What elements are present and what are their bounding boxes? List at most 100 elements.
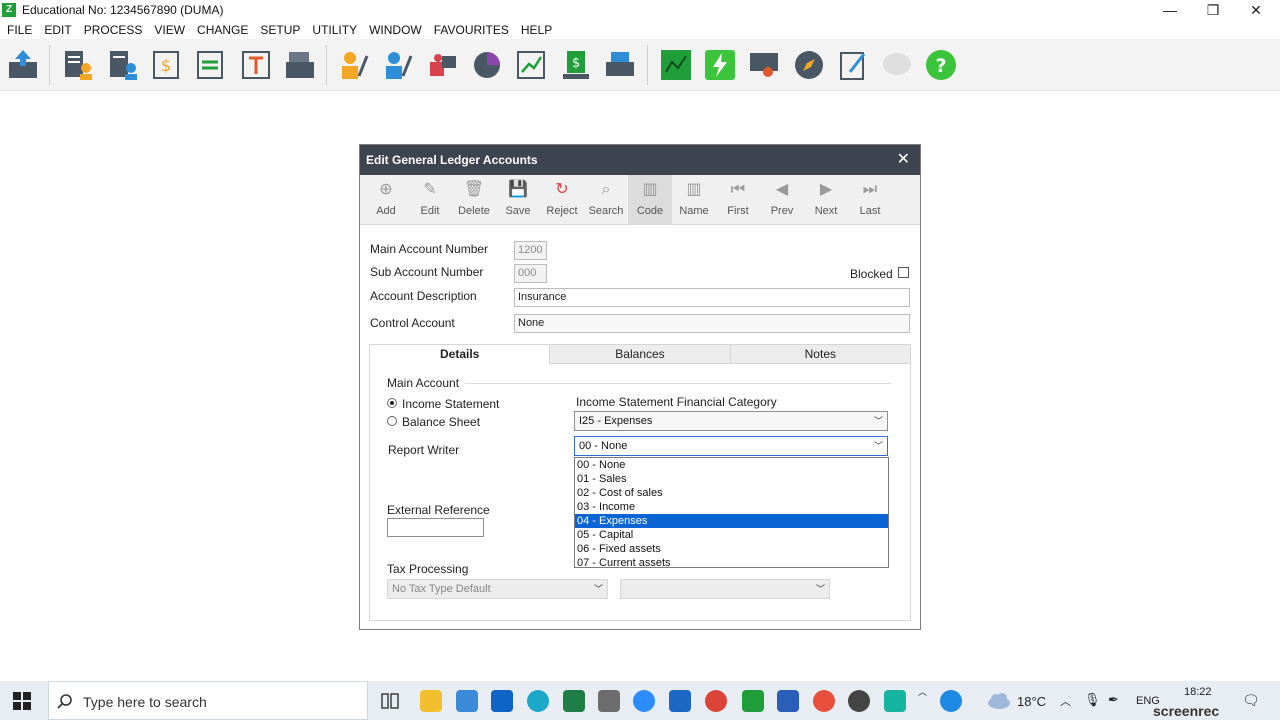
zoom-icon[interactable] (633, 690, 655, 712)
taskbar-search-box[interactable]: Type here to search (48, 681, 368, 720)
video-call-icon[interactable] (669, 690, 691, 712)
name-sort-button[interactable]: ▥ Name (672, 175, 716, 225)
toolbar-separator (326, 45, 327, 85)
search-button[interactable]: ⌕ Search (584, 175, 628, 225)
supplier-icon[interactable] (106, 48, 140, 82)
option-04-expenses[interactable]: 04 - Expenses (575, 514, 888, 528)
report-icon[interactable] (659, 48, 693, 82)
balance-sheet-radio[interactable] (387, 416, 397, 426)
blocked-label: Blocked (850, 267, 893, 281)
restore-button[interactable]: ❐ (1191, 0, 1235, 21)
file-explorer-icon[interactable] (420, 690, 442, 712)
edit-user-icon[interactable] (381, 48, 415, 82)
reject-button[interactable]: ↻ Reject (540, 175, 584, 225)
notifications-icon[interactable]: 🗨 (1242, 692, 1260, 709)
chevron-up-icon[interactable]: ︿ (918, 685, 927, 698)
menu-change[interactable]: CHANGE (191, 21, 254, 39)
option-00-none[interactable]: 00 - None (575, 458, 888, 472)
financial-category-select[interactable]: I25 - Expenses ﹀ (574, 411, 888, 431)
store-icon[interactable] (598, 690, 620, 712)
tab-details[interactable]: Details (370, 345, 550, 364)
blocked-checkbox[interactable] (898, 267, 909, 278)
help-icon[interactable]: ? (924, 48, 958, 82)
screenrec-icon[interactable] (884, 690, 906, 712)
option-06-fixed-assets[interactable]: 06 - Fixed assets (575, 542, 888, 556)
tab-balances[interactable]: Balances (549, 345, 730, 364)
accounting-app-icon[interactable] (742, 690, 764, 712)
chrome-icon[interactable] (705, 690, 727, 712)
money-icon[interactable]: $ (559, 48, 593, 82)
option-07-current-assets[interactable]: 07 - Current assets (575, 556, 888, 570)
customer-icon[interactable] (61, 48, 95, 82)
option-01-sales[interactable]: 01 - Sales (575, 472, 888, 486)
graph-icon[interactable] (514, 48, 548, 82)
menu-help[interactable]: HELP (515, 21, 558, 39)
income-statement-radio[interactable] (387, 398, 397, 408)
pie-chart-icon[interactable] (470, 48, 504, 82)
dialog-title-bar: Edit General Ledger Accounts ✕ (360, 145, 920, 175)
control-account-input[interactable]: None (514, 314, 910, 333)
tax-type-select[interactable]: No Tax Type Default ﹀ (387, 579, 608, 599)
windows-start-icon[interactable] (13, 692, 31, 710)
menu-setup[interactable]: SETUP (254, 21, 306, 39)
first-button[interactable]: ⏮ First (716, 175, 760, 225)
microphone-icon[interactable]: 🎙 (1084, 692, 1101, 708)
report-writer-select[interactable]: 00 - None ﹀ (574, 436, 888, 456)
description-input[interactable]: Insurance (514, 288, 910, 307)
pen-icon[interactable]: ✒ (1108, 692, 1119, 708)
delete-button[interactable]: 🗑 Delete (452, 175, 496, 225)
add-button[interactable]: ⊕ Add (364, 175, 408, 225)
minimize-button[interactable]: — (1148, 0, 1192, 21)
tab-notes[interactable]: Notes (729, 345, 910, 364)
help-tray-icon[interactable] (940, 690, 962, 712)
user-icon[interactable] (337, 48, 371, 82)
bank-icon[interactable] (194, 48, 228, 82)
pos-icon[interactable] (283, 48, 317, 82)
close-window-button[interactable]: ✕ (1234, 0, 1278, 21)
dialog-close-button[interactable]: ✕ (897, 145, 910, 175)
task-view-icon[interactable] (381, 693, 399, 709)
excel-icon[interactable] (563, 690, 585, 712)
media-player-icon[interactable] (848, 690, 870, 712)
export-icon[interactable] (6, 48, 40, 82)
compass-icon[interactable] (792, 48, 826, 82)
external-reference-input[interactable] (387, 518, 484, 537)
last-button[interactable]: ⏭ Last (848, 175, 892, 225)
text-icon[interactable] (239, 48, 273, 82)
sub-account-input[interactable]: 000 (514, 264, 547, 283)
code-sort-button[interactable]: ▥ Code (628, 175, 672, 225)
tray-chevron-icon[interactable]: ︿ (1060, 693, 1071, 709)
cloud-weather-icon (988, 693, 1010, 709)
edit-button[interactable]: ✎ Edit (408, 175, 452, 225)
clock-time[interactable]: 18:22 (1184, 686, 1212, 698)
option-03-income[interactable]: 03 - Income (575, 500, 888, 514)
option-02-cost-of-sales[interactable]: 02 - Cost of sales (575, 486, 888, 500)
first-icon: ⏮ (730, 181, 746, 198)
prev-button[interactable]: ◀ Prev (760, 175, 804, 225)
printer-icon[interactable] (603, 48, 637, 82)
main-account-input[interactable]: 1200 (514, 241, 547, 260)
menu-view[interactable]: VIEW (148, 21, 191, 39)
save-button[interactable]: 💾 Save (496, 175, 540, 225)
lightning-icon[interactable] (703, 48, 737, 82)
edit-gl-accounts-dialog: Edit General Ledger Accounts ✕ ⊕ Add ✎ Edi… (359, 144, 921, 630)
menu-window[interactable]: WINDOW (363, 21, 428, 39)
chat-icon[interactable] (880, 48, 914, 82)
menu-favourites[interactable]: FAVOURITES (428, 21, 515, 39)
option-05-capital[interactable]: 05 - Capital (575, 528, 888, 542)
chrome-profile-icon[interactable] (813, 690, 835, 712)
certificate-icon[interactable] (747, 48, 781, 82)
menu-process[interactable]: PROCESS (78, 21, 149, 39)
menu-file[interactable]: FILE (1, 21, 38, 39)
tax-secondary-select[interactable]: ﹀ (620, 579, 830, 599)
edge-icon[interactable] (527, 690, 549, 712)
cashbook-icon[interactable]: $ (150, 48, 184, 82)
word-icon[interactable] (777, 690, 799, 712)
outlook-icon[interactable] (491, 690, 513, 712)
inventory-icon[interactable] (426, 48, 460, 82)
next-button[interactable]: ▶ Next (804, 175, 848, 225)
menu-utility[interactable]: UTILITY (306, 21, 363, 39)
notes-icon[interactable] (836, 48, 870, 82)
menu-edit[interactable]: EDIT (38, 21, 77, 39)
mail-icon[interactable] (456, 690, 478, 712)
